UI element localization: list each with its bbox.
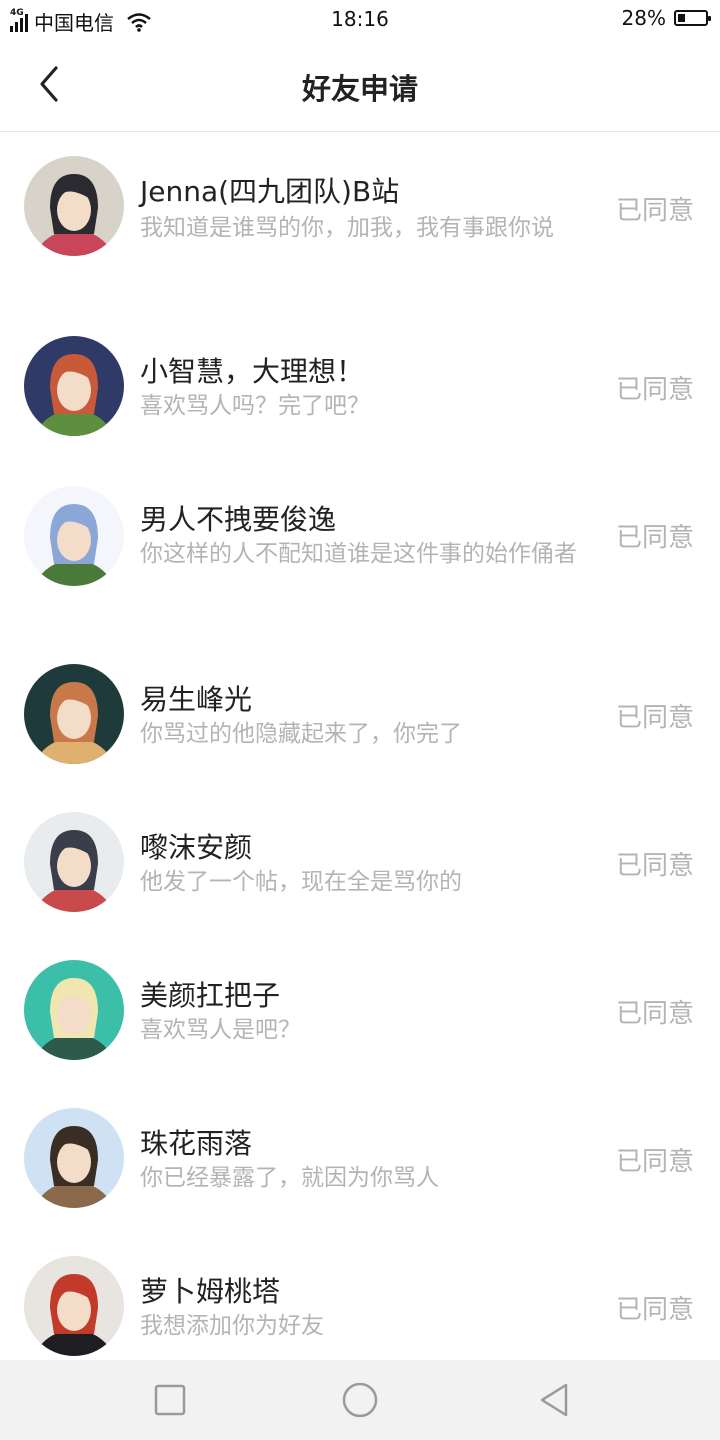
status-accepted: 已同意	[615, 523, 694, 553]
status-time: 18:16	[331, 7, 389, 31]
avatar-image	[24, 1256, 124, 1356]
requester-name: 美颜扛把子	[140, 979, 281, 1012]
status-accepted: 已同意	[615, 703, 694, 733]
requester-name: 男人不拽要俊逸	[140, 503, 337, 536]
status-accepted: 已同意	[615, 1295, 694, 1325]
avatar	[24, 156, 124, 256]
avatar	[24, 486, 124, 586]
avatar	[24, 1108, 124, 1208]
home-button[interactable]	[340, 1380, 380, 1420]
friend-request-list: Jenna(四九团队)B站 我知道是谁骂的你，加我，我有事跟你说 已同意 小智慧…	[0, 132, 720, 1360]
avatar	[24, 1256, 124, 1356]
battery-level	[678, 14, 686, 22]
request-message: 他发了一个帖，现在全是骂你的	[140, 869, 462, 895]
status-accepted: 已同意	[615, 1147, 694, 1177]
recent-apps-button[interactable]	[150, 1380, 190, 1420]
status-accepted: 已同意	[615, 375, 694, 405]
friend-request-item[interactable]: 易生峰光 你骂过的他隐藏起来了，你完了 已同意	[0, 640, 720, 788]
friend-request-item[interactable]: Jenna(四九团队)B站 我知道是谁骂的你，加我，我有事跟你说 已同意	[0, 132, 720, 312]
avatar-image	[24, 336, 124, 436]
friend-request-item[interactable]: 嚟沫安颜 他发了一个帖，现在全是骂你的 已同意	[0, 788, 720, 936]
request-message: 你这样的人不配知道谁是这件事的始作俑者	[140, 541, 577, 567]
friend-request-item[interactable]: 男人不拽要俊逸 你这样的人不配知道谁是这件事的始作俑者 已同意	[0, 462, 720, 640]
request-message: 喜欢骂人吗？完了吧？	[140, 393, 370, 419]
requester-name: 易生峰光	[140, 683, 253, 716]
status-bar: 4G 中国电信 18:16 28%	[0, 0, 720, 38]
square-icon	[154, 1384, 186, 1416]
avatar-image	[24, 1108, 124, 1208]
triangle-back-icon	[540, 1383, 568, 1417]
requester-name: 嚟沫安颜	[140, 831, 253, 864]
request-message: 我知道是谁骂的你，加我，我有事跟你说	[140, 215, 554, 241]
avatar	[24, 336, 124, 436]
request-message: 你骂过的他隐藏起来了，你完了	[140, 721, 462, 747]
request-message: 你已经暴露了，就因为你骂人	[140, 1165, 439, 1191]
avatar-image	[24, 486, 124, 586]
avatar-image	[24, 812, 124, 912]
friend-request-item[interactable]: 珠花雨落 你已经暴露了，就因为你骂人 已同意	[0, 1084, 720, 1232]
friend-request-item[interactable]: 美颜扛把子 喜欢骂人是吧？ 已同意	[0, 936, 720, 1084]
circle-icon	[342, 1382, 378, 1418]
avatar	[24, 812, 124, 912]
avatar-image	[24, 960, 124, 1060]
requester-name: 萝卜姆桃塔	[140, 1275, 281, 1308]
header: 好友申请	[0, 38, 720, 132]
status-accepted: 已同意	[615, 851, 694, 881]
system-back-button[interactable]	[534, 1380, 574, 1420]
friend-request-item[interactable]: 萝卜姆桃塔 我想添加你为好友 已同意	[0, 1232, 720, 1360]
page-title: 好友申请	[301, 72, 418, 106]
battery-percent: 28%	[621, 6, 666, 30]
requester-name: 珠花雨落	[140, 1127, 253, 1160]
avatar-image	[24, 664, 124, 764]
system-nav-bar	[0, 1360, 720, 1440]
battery-icon	[674, 10, 711, 26]
requester-name: Jenna(四九团队)B站	[140, 175, 400, 208]
avatar-image	[24, 156, 124, 256]
avatar	[24, 664, 124, 764]
requester-name: 小智慧，大理想！	[140, 355, 365, 388]
request-message: 我想添加你为好友	[140, 1313, 324, 1339]
status-accepted: 已同意	[615, 196, 694, 226]
status-accepted: 已同意	[615, 999, 694, 1029]
friend-request-item[interactable]: 小智慧，大理想！ 喜欢骂人吗？完了吧？ 已同意	[0, 312, 720, 462]
avatar	[24, 960, 124, 1060]
request-message: 喜欢骂人是吧？	[140, 1017, 301, 1043]
